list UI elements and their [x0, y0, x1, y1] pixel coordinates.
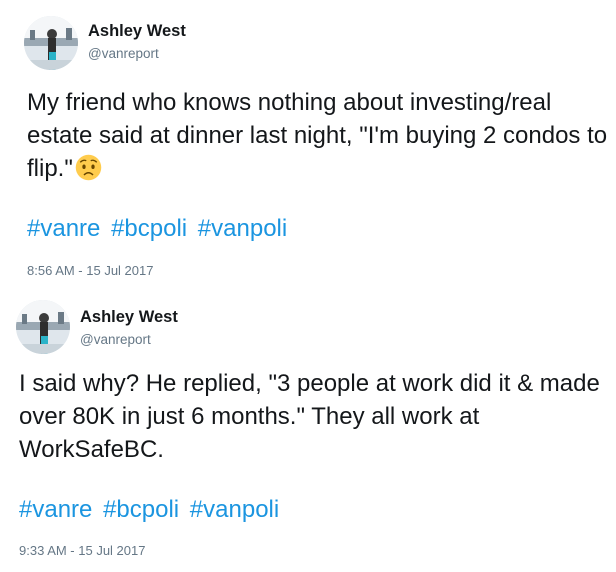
hashtag-list: #vanre #bcpoli #vanpoli: [27, 215, 291, 243]
hashtag-link[interactable]: #vanre: [27, 215, 100, 242]
tweet-timestamp[interactable]: 9:33 AM - 15 Jul 2017: [19, 543, 145, 558]
worried-face-icon: [75, 154, 102, 181]
avatar[interactable]: [16, 300, 70, 354]
avatar[interactable]: [24, 16, 78, 70]
hashtag-list: #vanre #bcpoli #vanpoli: [19, 496, 283, 524]
tweet-text: I said why? He replied, "3 people at wor…: [19, 370, 600, 463]
hashtag-link[interactable]: #vanpoli: [198, 215, 287, 242]
author-handle[interactable]: @vanreport: [80, 332, 151, 347]
avatar-photo: [16, 300, 70, 354]
hashtag-link[interactable]: #vanpoli: [190, 496, 279, 523]
hashtag-link[interactable]: #vanre: [19, 496, 92, 523]
tweet-timestamp[interactable]: 8:56 AM - 15 Jul 2017: [27, 263, 153, 278]
tweet-text-body: My friend who knows nothing about invest…: [27, 89, 608, 182]
tweet-card: Ashley West @vanreport My friend who kno…: [0, 0, 616, 290]
avatar-photo: [24, 16, 78, 70]
author-name[interactable]: Ashley West: [88, 22, 186, 41]
tweet-text: My friend who knows nothing about invest…: [27, 86, 612, 185]
hashtag-link[interactable]: #bcpoli: [103, 496, 179, 523]
tweet-card: Ashley West @vanreport I said why? He re…: [0, 290, 616, 572]
author-name[interactable]: Ashley West: [80, 308, 178, 327]
hashtag-link[interactable]: #bcpoli: [111, 215, 187, 242]
author-handle[interactable]: @vanreport: [88, 46, 159, 61]
